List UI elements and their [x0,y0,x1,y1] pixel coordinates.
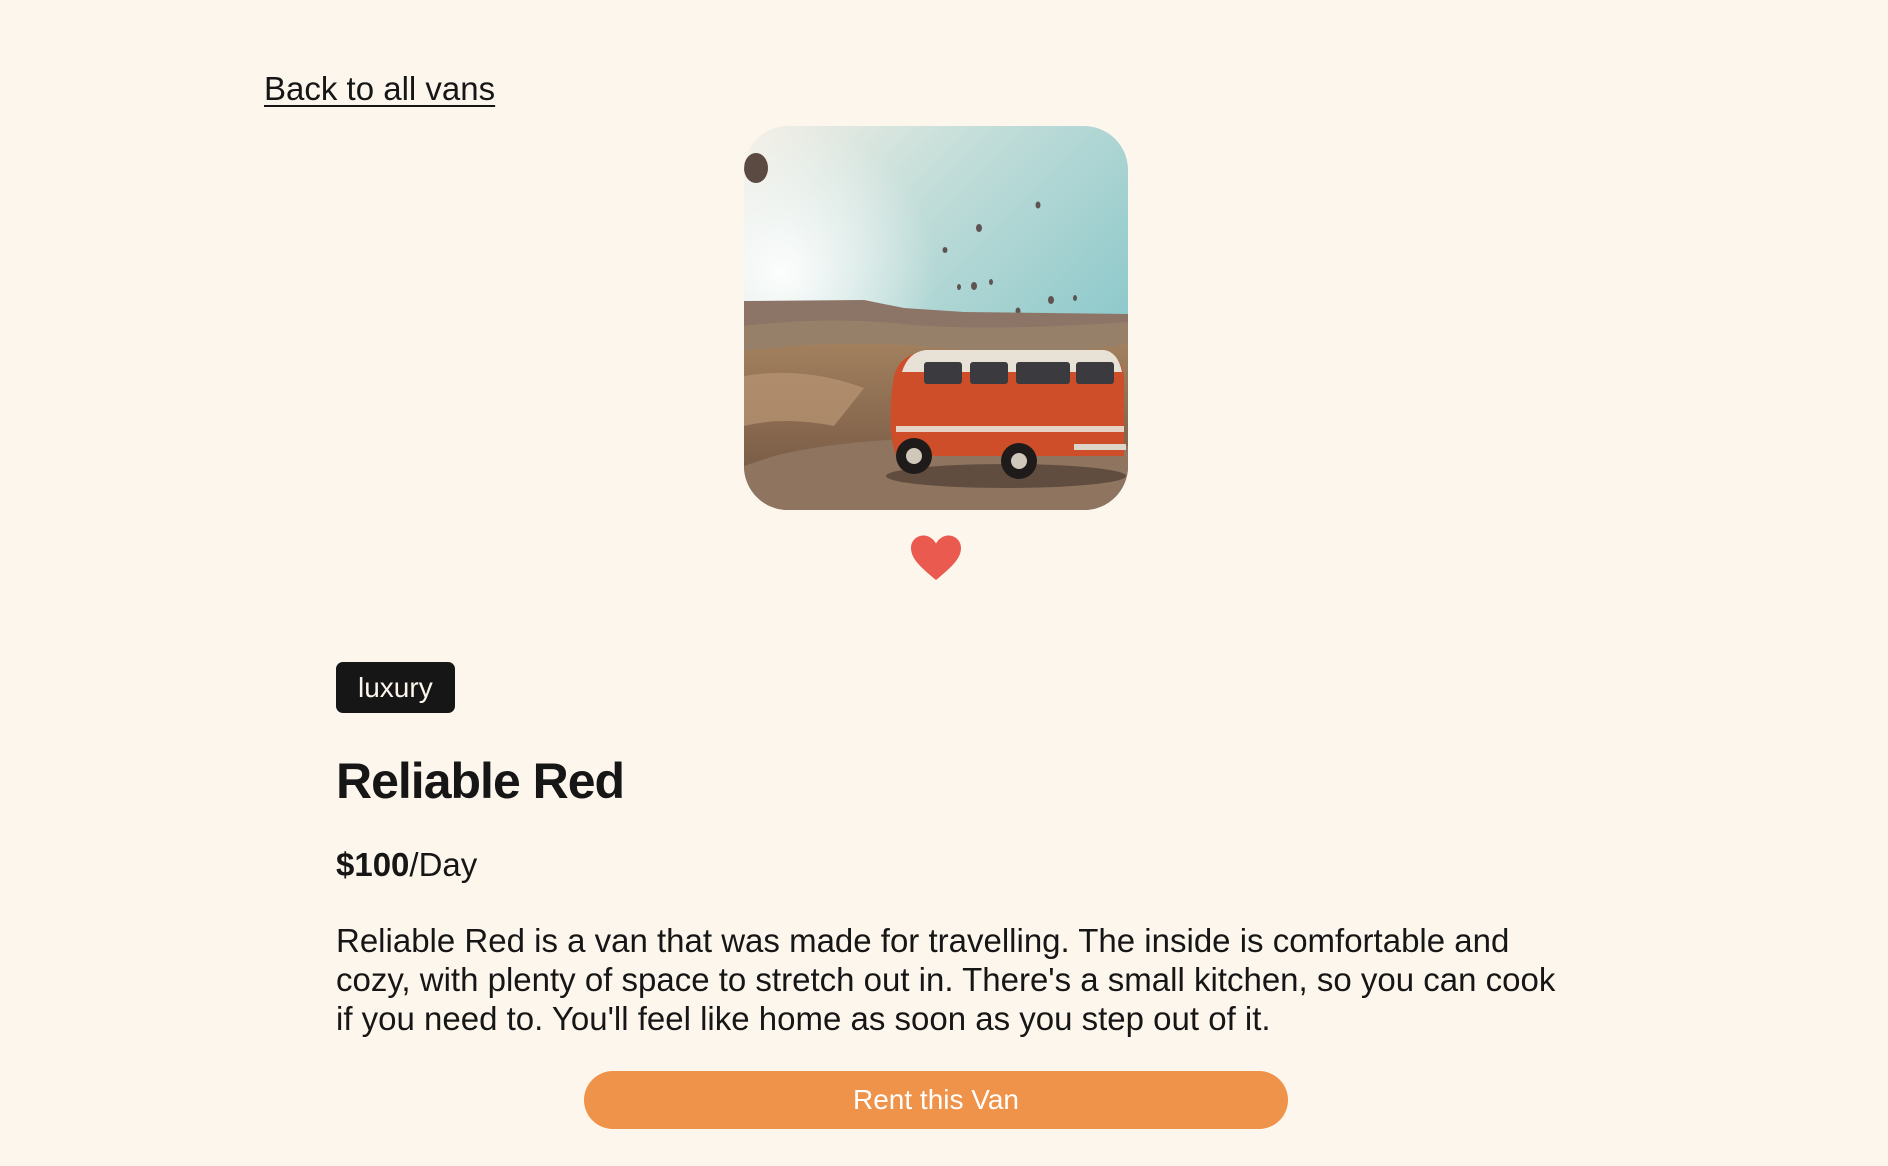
van-type-badge[interactable]: luxury [336,662,455,713]
van-photo [744,126,1128,510]
van-price: $100/Day [336,845,1566,885]
price-amount: $100 [336,846,410,883]
price-unit: /Day [409,846,478,883]
van-details: luxury Reliable Red $100/Day Reliable Re… [336,662,1566,1038]
heart-shape [911,535,961,580]
heart-icon[interactable] [909,534,963,582]
van-name-heading: Reliable Red [336,753,625,809]
van-description: Reliable Red is a van that was made for … [336,922,1556,1037]
rent-van-button[interactable]: Rent this Van [584,1071,1288,1129]
back-to-all-vans-link[interactable]: Back to all vans [264,70,495,108]
